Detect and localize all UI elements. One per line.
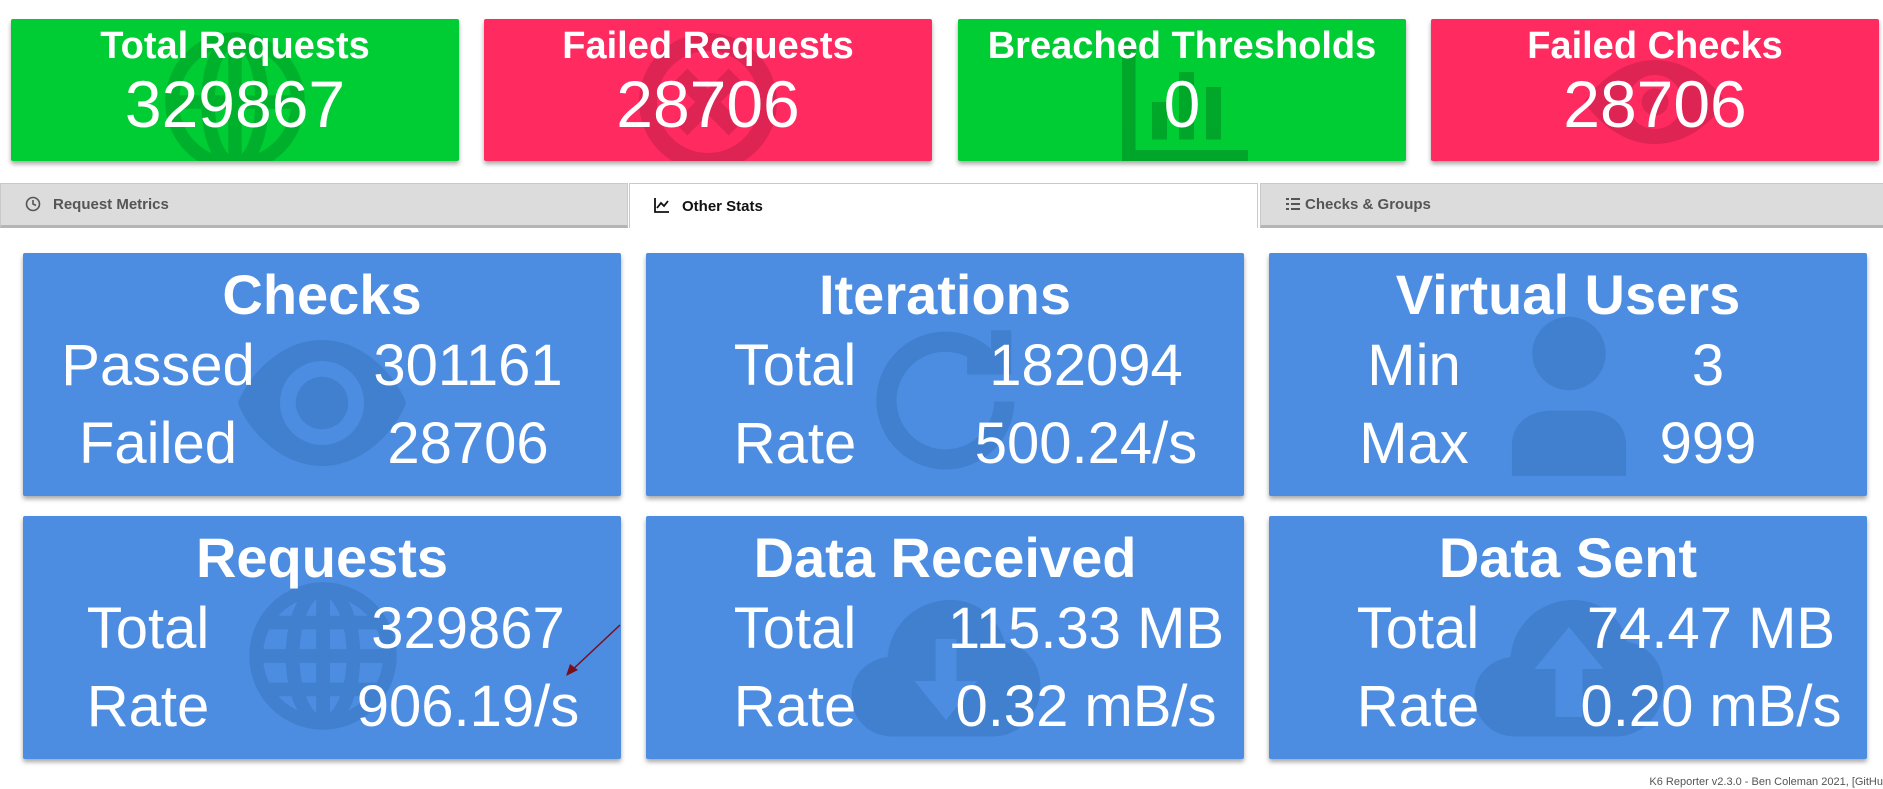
breached-thresholds-title: Breached Thresholds <box>987 25 1377 67</box>
tab-other-stats[interactable]: Other Stats <box>629 183 1258 228</box>
breached-thresholds-box: Breached Thresholds 0 <box>958 19 1406 161</box>
requests-rate-value: 906.19/s <box>356 674 580 739</box>
data-sent-rate-label: Rate <box>1356 674 1480 739</box>
data-received-title: Data Received <box>753 526 1137 589</box>
iterations-title: Iterations <box>818 263 1072 326</box>
checks-failed-value: 28706 <box>387 411 549 476</box>
checks-failed-label: Failed <box>79 411 237 476</box>
failed-checks-title: Failed Checks <box>1527 25 1783 67</box>
data-received-rate-value: 0.32 mB/s <box>955 674 1217 739</box>
iterations-total-value: 182094 <box>989 333 1183 398</box>
tab-request-metrics-label: Request Metrics <box>53 196 169 213</box>
chart-line-icon <box>654 197 672 215</box>
checks-card: Checks Passed 301161 Failed 28706 <box>23 253 621 496</box>
data-received-card: Data Received Total 115.33 MB Rate 0.32 … <box>646 516 1244 759</box>
virtual-users-max-label: Max <box>1359 411 1469 476</box>
failed-requests-title: Failed Requests <box>562 25 854 67</box>
annotation-arrow <box>560 620 625 680</box>
tasks-icon <box>1285 196 1303 214</box>
total-requests-box: Total Requests 329867 <box>11 19 459 161</box>
data-sent-total-value: 74.47 MB <box>1586 596 1836 661</box>
requests-card: Requests Total 329867 Rate 906.19/s <box>23 516 621 759</box>
iterations-total-label: Total <box>733 333 857 398</box>
virtual-users-title: Virtual Users <box>1395 263 1741 326</box>
virtual-users-max-value: 999 <box>1659 411 1757 476</box>
iterations-rate-value: 500.24/s <box>974 411 1198 476</box>
iterations-rate-label: Rate <box>733 411 857 476</box>
failed-requests-value: 28706 <box>616 67 800 141</box>
requests-rate-label: Rate <box>86 674 210 739</box>
virtual-users-min-label: Min <box>1367 333 1461 398</box>
requests-title: Requests <box>195 526 449 589</box>
checks-passed-value: 301161 <box>373 333 563 398</box>
failed-checks-value: 28706 <box>1563 67 1747 141</box>
data-received-total-label: Total <box>733 596 857 661</box>
tab-checks-groups-label: Checks & Groups <box>1305 196 1431 213</box>
total-requests-title: Total Requests <box>100 25 370 67</box>
failed-checks-box: Failed Checks 28706 <box>1431 19 1879 161</box>
iterations-card: Iterations Total 182094 Rate 500.24/s <box>646 253 1244 496</box>
data-sent-card: Data Sent Total 74.47 MB Rate 0.20 mB/s <box>1269 516 1867 759</box>
checks-passed-label: Passed <box>61 333 255 398</box>
data-sent-rate-value: 0.20 mB/s <box>1580 674 1842 739</box>
clock-icon <box>25 196 43 214</box>
data-received-total-value: 115.33 MB <box>947 596 1225 661</box>
checks-title: Checks <box>222 263 422 326</box>
tab-bar: Request Metrics Other Stats Checks & Gro… <box>0 183 1883 228</box>
virtual-users-card: Virtual Users Min 3 Max 999 <box>1269 253 1867 496</box>
footer-credit[interactable]: K6 Reporter v2.3.0 - Ben Coleman 2021, [… <box>1649 776 1883 788</box>
virtual-users-min-value: 3 <box>1691 333 1725 398</box>
data-sent-title: Data Sent <box>1438 526 1698 589</box>
failed-requests-box: Failed Requests 28706 <box>484 19 932 161</box>
data-sent-total-label: Total <box>1356 596 1480 661</box>
breached-thresholds-value: 0 <box>1163 67 1201 141</box>
data-received-rate-label: Rate <box>733 674 857 739</box>
requests-total-label: Total <box>86 596 210 661</box>
tab-request-metrics[interactable]: Request Metrics <box>0 183 628 228</box>
tab-other-stats-label: Other Stats <box>682 197 763 215</box>
tab-checks-groups[interactable]: Checks & Groups <box>1260 183 1883 228</box>
total-requests-value: 329867 <box>124 67 346 141</box>
